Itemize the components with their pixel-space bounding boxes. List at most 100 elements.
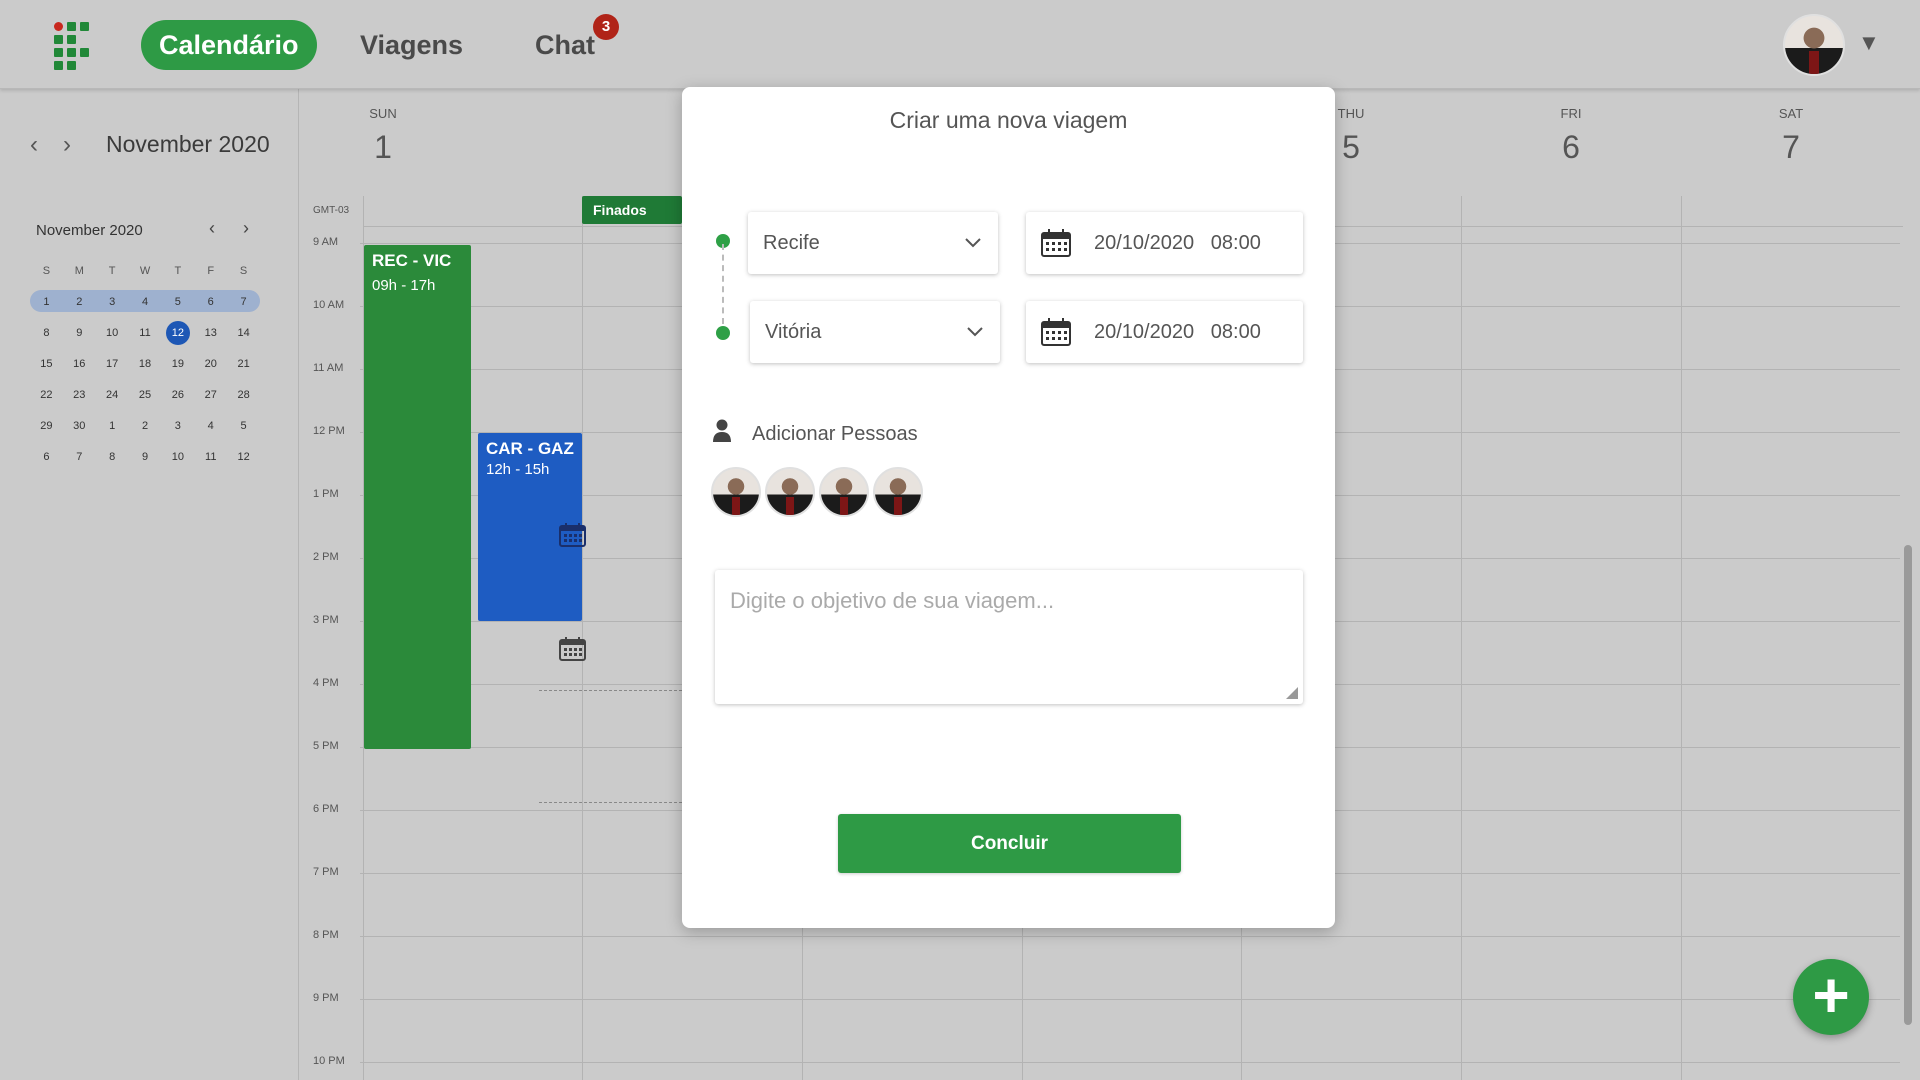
mini-day[interactable]: 2 <box>63 296 96 308</box>
mini-day[interactable]: 21 <box>227 358 260 370</box>
mini-day[interactable]: 9 <box>129 451 162 463</box>
dashed-marker <box>539 690 682 691</box>
concluir-button[interactable]: Concluir <box>838 814 1181 873</box>
mini-day[interactable]: 11 <box>194 451 227 463</box>
mini-day[interactable]: 12 <box>227 451 260 463</box>
mini-day[interactable]: 8 <box>30 327 63 339</box>
weekday-head: T <box>174 264 182 277</box>
mini-day[interactable]: 5 <box>227 420 260 432</box>
hour-label: 1 PM <box>313 488 339 500</box>
mini-day[interactable]: 10 <box>96 327 129 339</box>
dashed-marker <box>539 802 682 803</box>
mini-day[interactable]: 1 <box>30 296 63 308</box>
origin-time: 08:00 <box>1210 232 1261 254</box>
hour-label: 11 AM <box>313 362 344 374</box>
calendar-icon <box>1041 318 1071 346</box>
mini-day[interactable]: 15 <box>30 358 63 370</box>
event-rec-vic[interactable]: REC - VIC 09h - 17h <box>364 245 471 749</box>
modal-title: Criar uma nova viagem <box>889 107 1128 133</box>
chevron-down-icon <box>967 327 983 337</box>
mini-day[interactable]: 25 <box>129 389 162 401</box>
destination-city-select[interactable]: Vitória <box>750 301 1000 363</box>
mini-day[interactable]: 10 <box>161 451 194 463</box>
all-day-event-finados[interactable]: Finados <box>582 196 682 224</box>
mini-day[interactable]: 23 <box>63 389 96 401</box>
prev-month-icon[interactable]: ‹ <box>30 131 38 159</box>
mini-week-row: 1234567 <box>30 286 260 317</box>
participant-avatar[interactable] <box>819 467 869 517</box>
mini-day[interactable]: 7 <box>63 451 96 463</box>
mini-day[interactable]: 22 <box>30 389 63 401</box>
mini-day[interactable]: 3 <box>161 420 194 432</box>
day-name: SUN <box>369 106 397 121</box>
participant-avatar[interactable] <box>765 467 815 517</box>
mini-next-month-icon[interactable]: › <box>243 218 249 239</box>
mini-day[interactable]: 6 <box>194 296 227 308</box>
next-month-icon[interactable]: › <box>63 131 71 159</box>
add-people-label[interactable]: Adicionar Pessoas <box>752 423 918 446</box>
add-trip-button[interactable]: + <box>1793 959 1869 1035</box>
day-number: 6 <box>1562 129 1580 165</box>
mini-day[interactable]: 6 <box>30 451 63 463</box>
mini-day[interactable]: 9 <box>63 327 96 339</box>
mini-prev-month-icon[interactable]: ‹ <box>209 218 215 239</box>
trip-objective-textarea[interactable] <box>715 570 1303 704</box>
hour-label: 4 PM <box>313 677 339 689</box>
participant-avatar[interactable] <box>711 467 761 517</box>
day-number: 1 <box>374 129 392 165</box>
day-header-sun[interactable]: SUN 1 <box>283 106 483 166</box>
institution-logo[interactable] <box>54 22 90 70</box>
user-menu-caret-icon[interactable]: ▼ <box>1858 30 1880 56</box>
user-avatar[interactable] <box>1783 14 1845 76</box>
mini-day[interactable]: 18 <box>129 358 162 370</box>
day-column-divider <box>1461 196 1462 1080</box>
calendar-icon[interactable] <box>559 637 586 661</box>
mini-day[interactable]: 4 <box>129 296 162 308</box>
tab-viagens[interactable]: Viagens <box>342 20 481 70</box>
day-number: 7 <box>1782 129 1800 165</box>
calendar-scrollbar[interactable] <box>1904 545 1912 1025</box>
mini-day[interactable]: 30 <box>63 420 96 432</box>
destination-datetime-field[interactable]: 20/10/2020 08:00 <box>1026 301 1303 363</box>
mini-day[interactable]: 8 <box>96 451 129 463</box>
new-trip-modal: Criar uma nova viagem Recife 20/10/2020 … <box>682 87 1335 928</box>
mini-day[interactable]: 5 <box>161 296 194 308</box>
route-connector <box>722 244 724 324</box>
hour-label: 12 PM <box>313 425 345 437</box>
mini-day[interactable]: 28 <box>227 389 260 401</box>
weekday-head: S <box>239 264 248 277</box>
weekday-head: F <box>207 264 215 277</box>
mini-day[interactable]: 11 <box>129 327 162 339</box>
mini-day[interactable]: 2 <box>129 420 162 432</box>
resize-grip-icon[interactable] <box>1286 687 1298 699</box>
mini-day[interactable]: 29 <box>30 420 63 432</box>
mini-day[interactable]: 14 <box>227 327 260 339</box>
mini-day[interactable]: 1 <box>96 420 129 432</box>
participant-avatar[interactable] <box>873 467 923 517</box>
current-month-label: November 2020 <box>106 131 270 157</box>
mini-day[interactable]: 17 <box>96 358 129 370</box>
hour-gridline <box>360 999 1900 1000</box>
day-header-sat[interactable]: SAT 7 <box>1691 106 1891 166</box>
mini-day[interactable]: 26 <box>161 389 194 401</box>
mini-day[interactable]: 3 <box>96 296 129 308</box>
mini-day[interactable]: 24 <box>96 389 129 401</box>
chat-notification-badge: 3 <box>593 14 619 40</box>
mini-day[interactable]: 20 <box>194 358 227 370</box>
origin-date: 20/10/2020 <box>1094 232 1195 254</box>
mini-day[interactable]: 12 <box>161 320 194 345</box>
day-name: FRI <box>1560 106 1582 121</box>
destination-time: 08:00 <box>1210 321 1261 343</box>
mini-day[interactable]: 27 <box>194 389 227 401</box>
mini-day[interactable]: 7 <box>227 296 260 308</box>
origin-city-select[interactable]: Recife <box>748 212 998 274</box>
mini-day[interactable]: 19 <box>161 358 194 370</box>
mini-day[interactable]: 13 <box>194 327 227 339</box>
day-header-fri[interactable]: FRI 6 <box>1471 106 1671 166</box>
event-time: 12h - 15h <box>486 461 550 478</box>
calendar-icon[interactable] <box>559 523 586 547</box>
mini-day[interactable]: 4 <box>194 420 227 432</box>
tab-calendario[interactable]: Calendário <box>141 20 317 70</box>
origin-datetime-field[interactable]: 20/10/2020 08:00 <box>1026 212 1303 274</box>
mini-day[interactable]: 16 <box>63 358 96 370</box>
